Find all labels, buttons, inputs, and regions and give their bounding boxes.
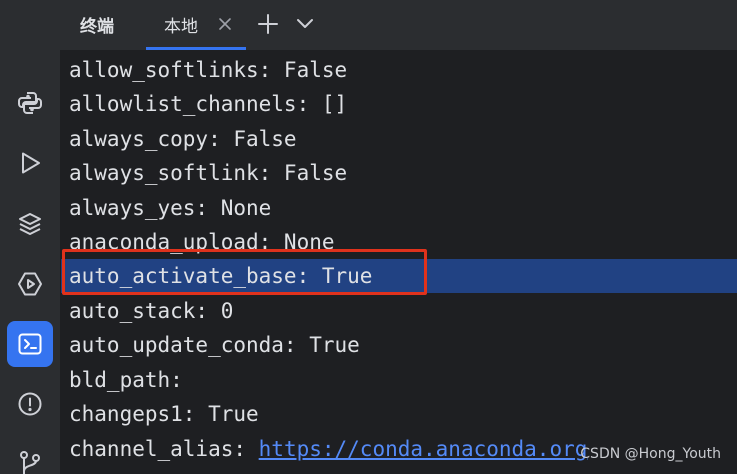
config-key: channel_alias: xyxy=(69,437,259,461)
terminal-line: allowlist_channels: [] xyxy=(69,92,348,116)
terminal-line: always_softlink: False xyxy=(69,161,348,185)
terminal-line: auto_update_conda: True xyxy=(69,333,360,357)
active-tab-indicator xyxy=(146,47,246,50)
tab-local[interactable]: 本地 xyxy=(146,0,246,50)
channel-alias-link[interactable]: https://conda.anaconda.org xyxy=(259,437,588,461)
terminal-line: bld_path: xyxy=(69,368,183,392)
tool-window-title: 终端 xyxy=(80,17,114,37)
chevron-down-icon xyxy=(297,19,313,28)
terminal-line: changeps1: True xyxy=(69,402,259,426)
terminal-line: always_yes: None xyxy=(69,196,272,220)
watermark: CSDN @Hong_Youth xyxy=(580,446,721,462)
tab-options-button[interactable] xyxy=(294,12,316,36)
terminal-line: always_copy: False xyxy=(69,127,297,151)
problems-icon[interactable] xyxy=(7,381,53,427)
terminal-tab-bar: 终端 本地 xyxy=(60,0,737,51)
plus-icon xyxy=(258,14,278,34)
annotation-highlight-box xyxy=(62,249,427,295)
add-tab-button[interactable] xyxy=(256,12,280,36)
terminal-line: allow_softlinks: False xyxy=(69,58,348,82)
close-icon[interactable] xyxy=(218,16,232,30)
layers-icon[interactable] xyxy=(7,201,53,247)
terminal-line: auto_stack: 0 xyxy=(69,299,234,323)
terminal-output[interactable]: allow_softlinks: False allowlist_channel… xyxy=(61,51,737,474)
tab-label: 本地 xyxy=(164,17,198,37)
python-console-icon[interactable] xyxy=(7,80,53,126)
ide-window: 终端 本地 allow_softlinks: False allowlist_c… xyxy=(0,0,737,474)
run-icon[interactable] xyxy=(7,140,53,186)
terminal-icon[interactable] xyxy=(7,321,53,367)
services-icon[interactable] xyxy=(7,261,53,307)
tool-sidebar xyxy=(0,0,61,474)
git-icon[interactable] xyxy=(7,440,53,474)
